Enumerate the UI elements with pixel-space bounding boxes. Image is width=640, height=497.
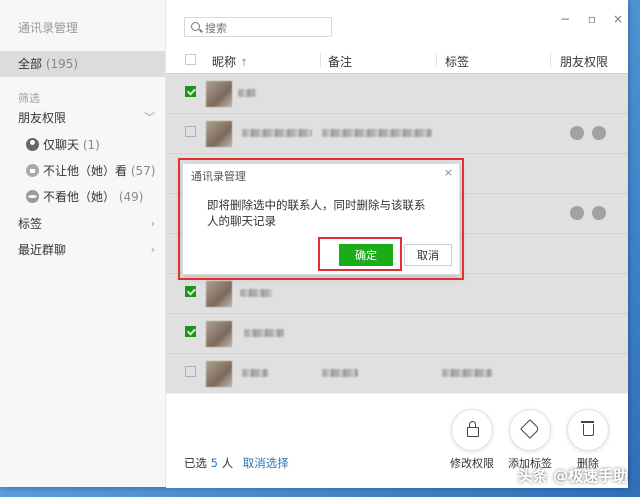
sidebar-item-tags[interactable]: 标签 › <box>0 212 165 236</box>
contacts-manager-window: 通讯录管理 全部 (195) 筛选 朋友权限 ﹀ 仅聊天 (1) 不让他（她）看… <box>0 0 628 488</box>
sidebar-item-recent-groups[interactable]: 最近群聊 › <box>0 238 165 262</box>
chevron-right-icon: › <box>150 243 155 256</box>
edit-permission-button[interactable]: 修改权限 <box>442 409 502 471</box>
sidebar-item-friend-permission[interactable]: 朋友权限 ﹀ <box>0 106 165 130</box>
column-nickname-label: 昵称 <box>212 55 237 69</box>
sidebar-item-all-label: 全部 <box>18 57 43 71</box>
sidebar-item-all-count: (195) <box>45 57 79 71</box>
cancel-selection-link[interactable]: 取消选择 <box>243 456 289 470</box>
sidebar-item-friend-permission-label: 朋友权限 <box>18 111 67 125</box>
sidebar-item-recent-groups-label: 最近群聊 <box>18 243 67 257</box>
column-tag[interactable]: 标签 <box>445 53 469 70</box>
sidebar-item-chat-only[interactable]: 仅聊天 (1) <box>0 133 165 157</box>
minimize-button[interactable]: − <box>556 12 574 26</box>
window-title: 通讯录管理 <box>18 21 79 35</box>
sidebar-item-hide-my-moments-count: (57) <box>130 164 156 178</box>
column-permission[interactable]: 朋友权限 <box>560 53 608 70</box>
tag-icon <box>520 419 540 439</box>
delete-button[interactable]: 删除 <box>558 409 618 471</box>
chevron-right-icon: › <box>150 217 155 230</box>
sort-up-icon: ↑ <box>239 58 249 69</box>
sidebar-item-hide-their-moments[interactable]: 不看他（她） (49) <box>0 185 165 209</box>
highlight-frame-confirm <box>318 237 402 271</box>
sidebar-item-chat-only-count: (1) <box>82 138 100 152</box>
delete-circle[interactable] <box>567 409 609 451</box>
maximize-button[interactable]: ▫ <box>583 12 601 26</box>
eye-hidden-icon <box>26 190 39 203</box>
selection-prefix: 已选 <box>184 456 207 470</box>
search-input[interactable] <box>203 19 331 37</box>
lock-icon <box>467 421 479 437</box>
chevron-down-icon: ﹀ <box>144 111 155 124</box>
lock-icon <box>26 164 39 177</box>
edit-permission-label: 修改权限 <box>450 457 494 470</box>
select-all-checkbox[interactable] <box>185 54 196 65</box>
add-tag-button[interactable]: 添加标签 <box>500 409 560 471</box>
sidebar-item-chat-only-label: 仅聊天 <box>43 138 80 152</box>
selection-count: 5 <box>210 456 218 470</box>
sidebar-item-hide-their-moments-label: 不看他（她） <box>43 190 116 204</box>
edit-permission-circle[interactable] <box>451 409 493 451</box>
sidebar-item-tags-label: 标签 <box>18 217 43 231</box>
column-remark[interactable]: 备注 <box>328 53 352 70</box>
add-tag-circle[interactable] <box>509 409 551 451</box>
close-button[interactable]: × <box>609 12 627 26</box>
column-divider <box>550 53 551 67</box>
sidebar-item-hide-my-moments[interactable]: 不让他（她）看 (57) <box>0 159 165 183</box>
table-header: 昵称 ↑ 备注 标签 朋友权限 <box>166 47 628 74</box>
sidebar-item-all[interactable]: 全部 (195) <box>0 51 165 77</box>
search-icon <box>191 22 200 31</box>
selection-unit: 人 <box>221 456 234 470</box>
person-icon <box>26 138 39 151</box>
sidebar: 通讯录管理 全部 (195) 筛选 朋友权限 ﹀ 仅聊天 (1) 不让他（她）看… <box>0 0 166 487</box>
sidebar-item-hide-their-moments-count: (49) <box>118 190 144 204</box>
column-nickname[interactable]: 昵称 ↑ <box>212 53 248 70</box>
column-divider <box>436 53 437 67</box>
watermark: 头条 @极速手助 <box>517 467 628 485</box>
sidebar-item-hide-my-moments-label: 不让他（她）看 <box>43 164 128 178</box>
column-divider <box>320 53 321 67</box>
selection-info: 已选 5 人 取消选择 <box>184 455 289 471</box>
filter-section-label: 筛选 <box>18 92 40 105</box>
trash-icon <box>581 421 594 436</box>
search-box[interactable] <box>184 17 332 37</box>
